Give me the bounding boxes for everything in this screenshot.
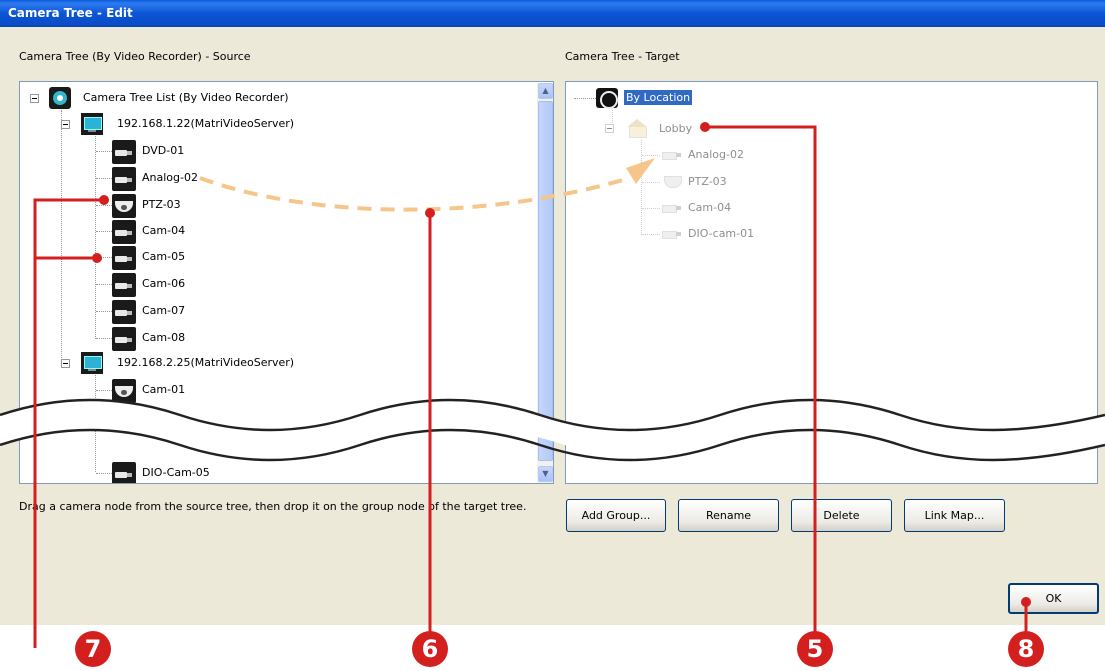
callout-7-line (33, 198, 104, 648)
callout-dot (1021, 597, 1031, 607)
callout-5-line (705, 125, 817, 648)
callout-dot (425, 208, 435, 218)
callout-dot (92, 253, 102, 263)
callout-badge-7: 7 (75, 631, 111, 667)
drag-arrow-head (626, 158, 655, 184)
drag-arrow (199, 176, 631, 212)
callout-badge-8: 8 (1008, 631, 1044, 667)
callout-badge-5: 5 (797, 631, 833, 667)
callout-dot (700, 122, 710, 132)
callout-overlay (33, 122, 1031, 648)
callout-badge-6: 6 (412, 631, 448, 667)
callout-dot (99, 195, 109, 205)
